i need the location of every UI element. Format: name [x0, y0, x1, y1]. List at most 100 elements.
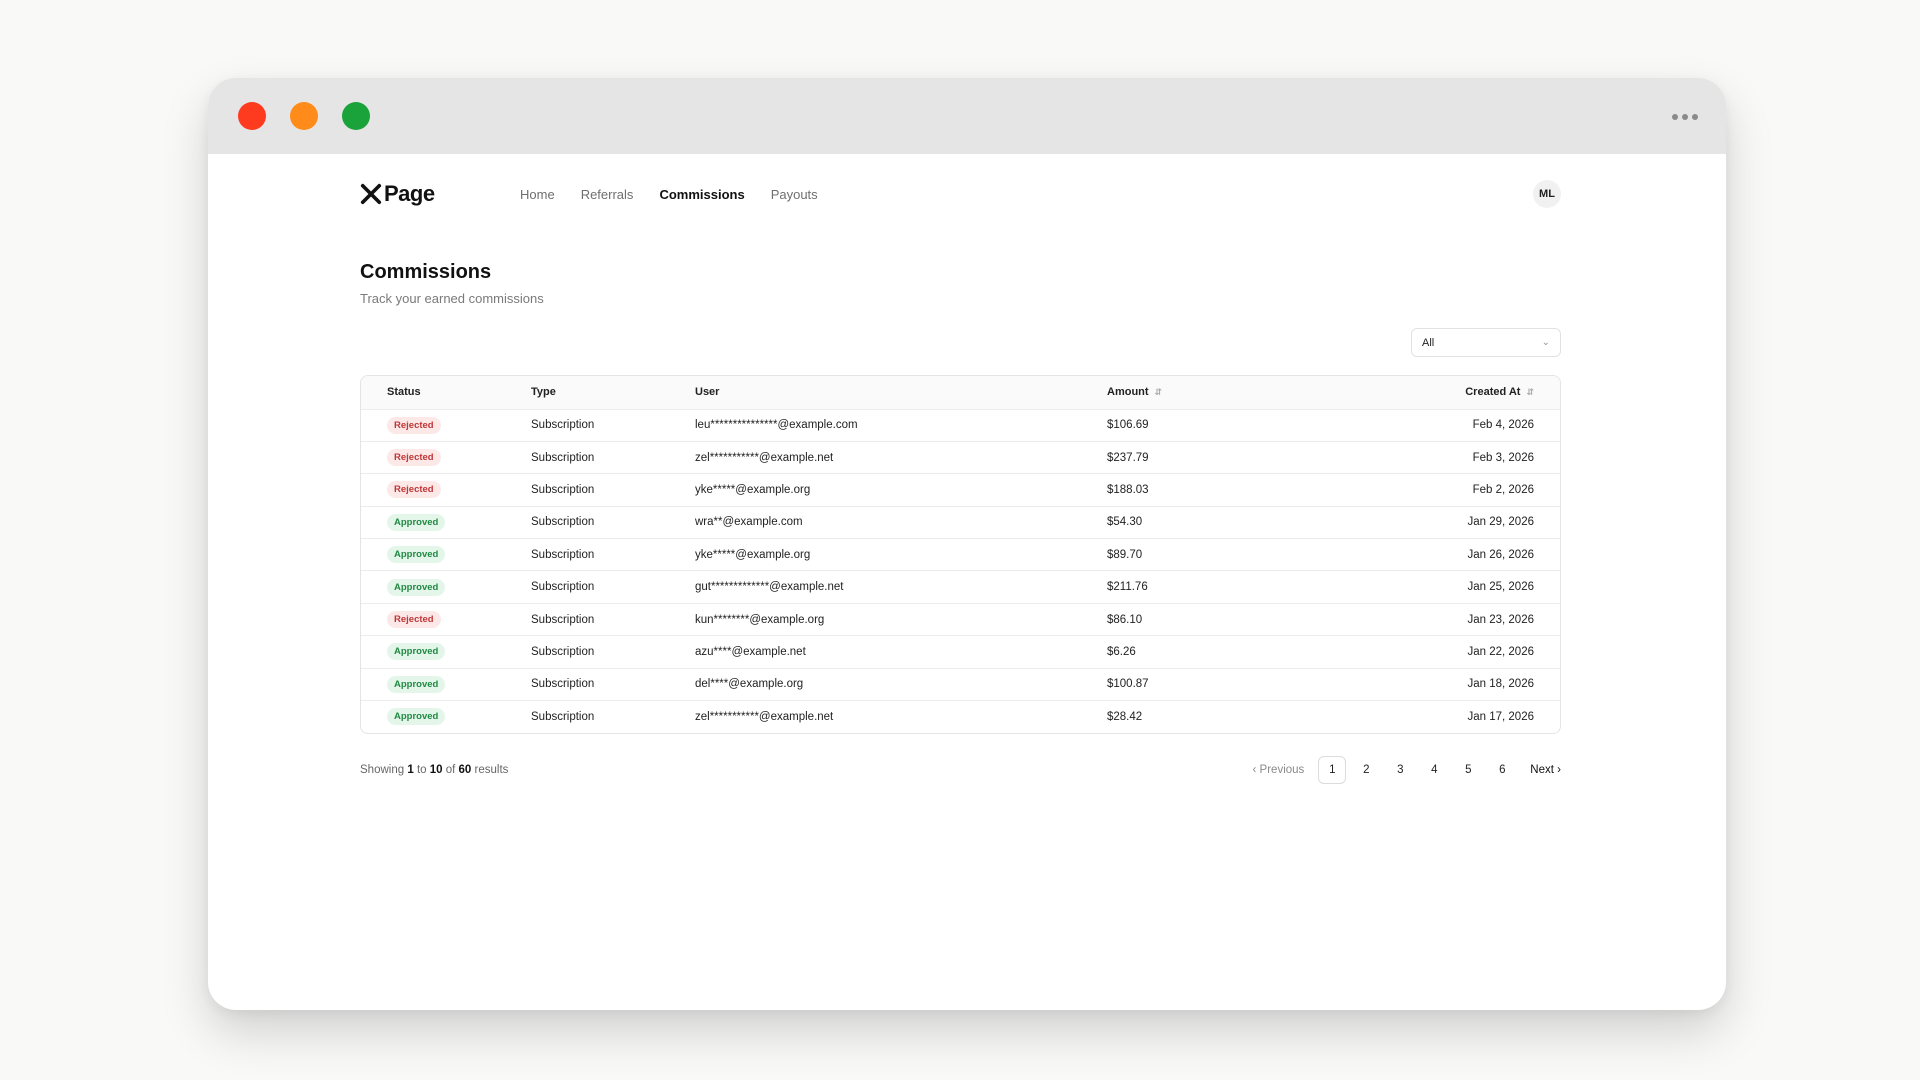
more-options-icon[interactable] [1672, 114, 1698, 120]
table-row[interactable]: Rejected Subscription zel***********@examp… [361, 440, 1560, 474]
page-button-1[interactable]: 1 [1318, 756, 1347, 784]
created-at-cell: Jan 18, 2026 [1273, 667, 1560, 701]
page-numbers: 123456 [1318, 756, 1516, 784]
type-cell: Subscription [531, 667, 695, 701]
brand-name: Page [384, 181, 435, 206]
brand-logo[interactable]: Page [360, 181, 520, 207]
results-summary: Showing 1 to 10 of 60 results [360, 764, 508, 776]
amount-cell: $188.03 [1107, 473, 1274, 507]
minimize-window-button[interactable] [290, 102, 318, 130]
status-badge: Approved [387, 578, 446, 596]
user-cell: yke*****@example.org [695, 473, 1107, 507]
browser-window: Page Home Referrals Commissions Payouts ML … [208, 78, 1726, 1010]
column-header-created-at[interactable]: Created At ⇵ [1274, 376, 1560, 409]
user-cell: wra**@example.com [695, 505, 1107, 539]
type-cell: Subscription [531, 408, 695, 442]
created-at-cell: Jan 17, 2026 [1273, 700, 1560, 733]
table-row[interactable]: Rejected Subscription leu***************@e… [361, 408, 1560, 442]
status-cell: Approved [361, 538, 531, 571]
results-total: 60 [458, 764, 472, 776]
type-cell: Subscription [531, 505, 695, 539]
results-to: 10 [429, 764, 443, 776]
nav-link-payouts[interactable]: Payouts [771, 187, 818, 202]
results-from: 1 [407, 764, 414, 776]
pagination: ‹ Previous 123456 Next › [1253, 756, 1561, 784]
type-cell: Subscription [531, 570, 695, 604]
status-badge: Rejected [387, 611, 441, 629]
nav-link-home[interactable]: Home [520, 187, 555, 202]
next-label: Next [1530, 764, 1554, 776]
user-cell: zel***********@example.net [695, 700, 1107, 733]
chevron-left-icon: ‹ [1252, 764, 1257, 776]
page-subtitle: Track your earned commissions [360, 291, 544, 306]
table-row[interactable]: Approved Subscription azu****@example.net $… [361, 635, 1560, 669]
table-row[interactable]: Approved Subscription wra**@example.com $54… [361, 505, 1560, 539]
status-badge: Approved [387, 708, 446, 726]
column-header-amount[interactable]: Amount ⇵ [1107, 376, 1274, 409]
type-cell: Subscription [531, 700, 695, 733]
status-cell: Approved [361, 700, 531, 733]
status-cell: Approved [361, 667, 531, 701]
user-cell: azu****@example.net [695, 635, 1107, 669]
sort-icon: ⇵ [1526, 387, 1534, 398]
status-cell: Rejected [361, 473, 531, 507]
page-button-2[interactable]: 2 [1352, 756, 1380, 784]
x-logo-icon [360, 183, 382, 205]
table-row[interactable]: Approved Subscription yke*****@example.org… [361, 538, 1560, 571]
created-at-cell: Jan 22, 2026 [1273, 635, 1560, 669]
type-cell: Subscription [531, 602, 695, 636]
table-row[interactable]: Rejected Subscription kun********@example.… [361, 602, 1560, 636]
amount-cell: $28.42 [1107, 700, 1274, 733]
chevron-right-icon: › [1557, 764, 1561, 776]
sort-icon: ⇵ [1154, 387, 1163, 398]
amount-cell: $86.10 [1107, 602, 1274, 636]
user-cell: del****@example.org [695, 667, 1107, 701]
created-at-cell: Feb 4, 2026 [1273, 408, 1560, 442]
user-cell: zel***********@example.net [695, 440, 1107, 474]
column-header-type: Type [531, 386, 556, 399]
table-footer: Showing 1 to 10 of 60 results ‹ Previous… [360, 755, 1561, 785]
top-nav: Page Home Referrals Commissions Payouts ML [360, 170, 1561, 218]
status-badge: Approved [387, 675, 446, 693]
status-cell: Approved [361, 570, 531, 604]
page-button-5[interactable]: 5 [1454, 756, 1482, 784]
created-at-cell: Jan 23, 2026 [1273, 602, 1560, 636]
user-avatar[interactable]: ML [1533, 180, 1561, 208]
next-page-button[interactable]: Next › [1530, 764, 1561, 776]
table-row[interactable]: Approved Subscription del****@example.org $… [361, 667, 1560, 701]
status-cell: Rejected [361, 408, 531, 442]
status-filter-value: All [1422, 336, 1435, 349]
maximize-window-button[interactable] [342, 102, 370, 130]
column-header-created-label: Created At [1465, 386, 1521, 399]
previous-label: Previous [1259, 764, 1305, 776]
previous-page-button[interactable]: ‹ Previous [1253, 764, 1305, 776]
app-content: Page Home Referrals Commissions Payouts ML … [208, 154, 1726, 1010]
type-cell: Subscription [531, 440, 695, 474]
created-at-cell: Jan 29, 2026 [1273, 505, 1560, 539]
user-cell: kun********@example.org [695, 602, 1107, 636]
nav-link-referrals[interactable]: Referrals [581, 187, 634, 202]
status-badge: Rejected [387, 416, 441, 434]
nav-link-commissions[interactable]: Commissions [659, 187, 744, 202]
status-cell: Approved [361, 635, 531, 669]
column-header-user: User [695, 386, 720, 399]
results-to-word: to [416, 764, 427, 776]
page-button-4[interactable]: 4 [1420, 756, 1448, 784]
status-badge: Rejected [387, 481, 441, 499]
page-button-6[interactable]: 6 [1488, 756, 1516, 784]
status-filter-select[interactable]: All ⌄ [1411, 328, 1561, 357]
table-row[interactable]: Approved Subscription gut*************@exa… [361, 570, 1560, 604]
table-row[interactable]: Rejected Subscription yke*****@example.org… [361, 473, 1560, 507]
amount-cell: $100.87 [1107, 667, 1274, 701]
column-header-amount-label: Amount [1107, 386, 1149, 399]
chevron-down-icon: ⌄ [1541, 337, 1550, 348]
close-window-button[interactable] [238, 102, 266, 130]
user-cell: yke*****@example.org [695, 538, 1107, 571]
status-badge: Rejected [387, 449, 441, 467]
created-at-cell: Jan 26, 2026 [1273, 538, 1560, 571]
table-header-row: Status Type User Amount ⇵ Created At ⇵ [361, 376, 1560, 409]
table-row[interactable]: Approved Subscription zel***********@examp… [361, 700, 1560, 733]
status-cell: Approved [361, 505, 531, 539]
page-button-3[interactable]: 3 [1386, 756, 1414, 784]
page-title: Commissions [360, 261, 492, 283]
